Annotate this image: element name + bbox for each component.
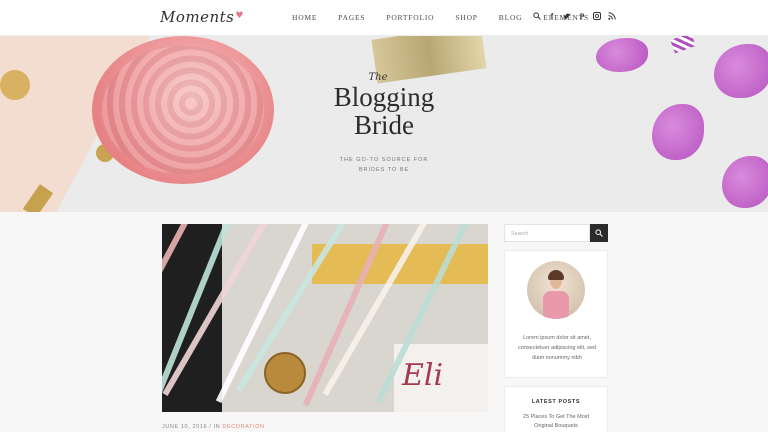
about-text-line3: diam nonummy nibh — [532, 355, 582, 361]
pinterest-icon[interactable]: P — [578, 11, 586, 21]
post-meta: JUNE 10, 2016 / IN DECORATION — [162, 424, 265, 430]
hero-title: The Blogging Bride THE GO-TO SOURCE FOR … — [300, 72, 468, 175]
hero-decor-petal — [652, 104, 704, 160]
header-icons: f P — [533, 11, 616, 21]
hero-decor-petal — [714, 44, 768, 98]
about-text-line1: Lorem ipsum dolor sit amet, — [523, 335, 591, 341]
post-meta-separator: / IN — [207, 424, 223, 430]
search-icon — [595, 229, 603, 237]
twitter-icon[interactable] — [563, 11, 571, 21]
hero-tagline-line1: THE GO-TO SOURCE FOR — [339, 157, 429, 163]
hero-title-line2: Bride — [354, 110, 414, 140]
latest-post-line2: Original Bouquets — [534, 423, 578, 429]
post-date: JUNE 10, 2016 — [162, 424, 208, 430]
latest-post-line1: 25 Places To Get The Most — [522, 414, 590, 420]
top-navigation-bar: Moments♥ HOME PAGES PORTFOLIO SHOP BLOG … — [0, 0, 768, 36]
nav-item-pages[interactable]: PAGES — [338, 13, 365, 22]
image-lantern — [264, 352, 306, 394]
hero-banner: The Blogging Bride THE GO-TO SOURCE FOR … — [0, 36, 768, 212]
rss-icon[interactable] — [608, 11, 616, 21]
instagram-icon[interactable] — [593, 11, 601, 21]
latest-posts-widget: LATEST POSTS 25 Places To Get The Most O… — [504, 386, 608, 432]
hero-decor-gold-dot — [0, 70, 30, 100]
avatar-figure-hair — [548, 270, 564, 280]
sidebar-search: Search — [504, 224, 608, 242]
search-button[interactable] — [590, 224, 608, 242]
logo-text: Moments — [160, 8, 235, 26]
latest-posts-heading: LATEST POSTS — [531, 399, 581, 405]
hero-title-line1: Blogging — [333, 82, 435, 112]
site-logo[interactable]: Moments♥ — [160, 8, 244, 26]
hero-decor-striped-stick — [670, 36, 696, 54]
hero-tagline: THE GO-TO SOURCE FOR BRIDES TO BE — [300, 155, 468, 175]
heart-icon: ♥ — [235, 11, 244, 21]
avatar-figure-body — [543, 291, 569, 319]
about-widget: Lorem ipsum dolor sit amet, consectetuer… — [504, 250, 608, 378]
facebook-icon[interactable]: f — [548, 11, 556, 21]
author-avatar — [527, 261, 585, 319]
hero-decor-pompom — [92, 36, 274, 184]
hero-decor-petal — [596, 38, 648, 72]
post-category-link[interactable]: DECORATION — [222, 424, 264, 430]
about-text-line2: consectetuer adipiscing elit, sed — [518, 345, 596, 351]
search-icon[interactable] — [533, 11, 541, 21]
hero-tagline-line2: BRIDES TO BE — [358, 167, 410, 173]
nav-item-shop[interactable]: SHOP — [455, 13, 477, 22]
image-sign — [394, 344, 488, 412]
search-input[interactable]: Search — [504, 224, 590, 242]
post-featured-image[interactable] — [162, 224, 488, 412]
latest-post-link[interactable]: 25 Places To Get The Most Original Bouqu… — [505, 413, 607, 431]
nav-item-blog[interactable]: BLOG — [499, 13, 523, 22]
about-text: Lorem ipsum dolor sit amet, consectetuer… — [513, 333, 601, 363]
hero-decor-petal — [722, 156, 768, 208]
nav-item-home[interactable]: HOME — [292, 13, 317, 22]
nav-item-portfolio[interactable]: PORTFOLIO — [386, 13, 434, 22]
